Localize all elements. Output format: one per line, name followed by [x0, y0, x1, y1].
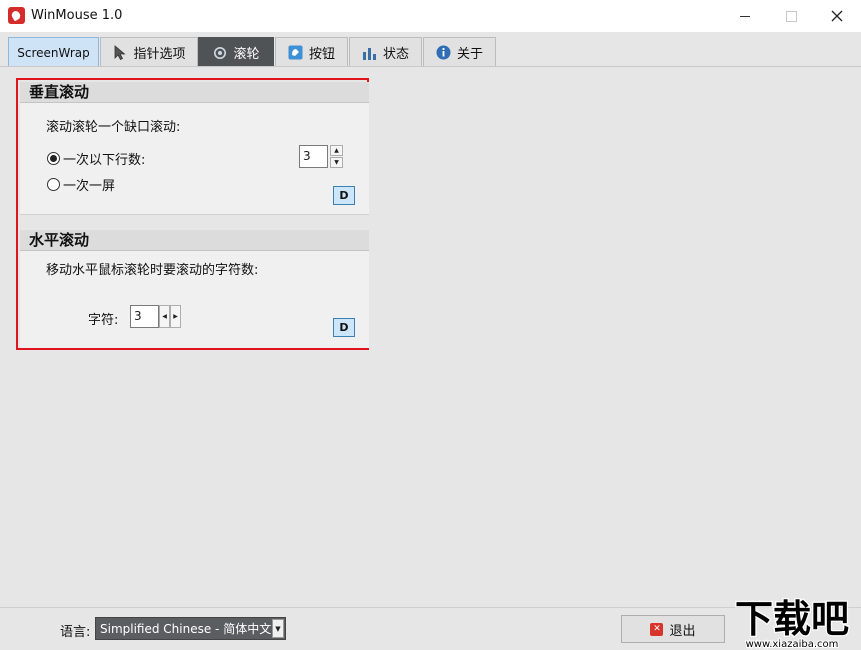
stepper-left-button[interactable]: ◀	[159, 305, 170, 328]
vertical-scroll-header: 垂直滚动	[20, 82, 369, 103]
section-divider	[20, 214, 369, 230]
bar-chart-icon	[362, 45, 377, 60]
radio-lines-label: 一次以下行数:	[63, 153, 146, 168]
watermark-text: 下载吧	[735, 597, 849, 641]
language-select[interactable]: Simplified Chinese - 简体中文 ▼	[95, 617, 286, 640]
exit-label: 退出	[669, 623, 696, 639]
stepper-up-button[interactable]: ▲	[330, 145, 343, 156]
exit-button[interactable]: ✕ 退出	[621, 615, 725, 643]
minimize-button[interactable]	[722, 0, 768, 32]
close-button[interactable]	[814, 0, 860, 32]
tab-divider	[0, 66, 861, 67]
radio-button-checked[interactable]	[47, 152, 60, 165]
horizontal-scroll-description: 移动水平鼠标滚轮时要滚动的字符数:	[46, 263, 259, 278]
tab-about[interactable]: 关于	[423, 37, 496, 67]
wheel-icon	[212, 45, 227, 60]
tab-label: 状态	[382, 47, 409, 62]
watermark-url: www.xiazaiba.com	[746, 639, 839, 650]
tab-bar: ScreenWrap 指针选项 滚轮 按钮 状态 关于	[0, 37, 861, 67]
button-icon	[288, 45, 303, 60]
tab-screenwrap[interactable]: ScreenWrap	[8, 37, 99, 67]
app-logo-icon	[8, 7, 25, 24]
exit-icon: ✕	[650, 622, 664, 636]
tab-label: 指针选项	[133, 47, 186, 62]
horizontal-scroll-section: 水平滚动 移动水平鼠标滚轮时要滚动的字符数: 字符: 3 ◀ ▶ D	[20, 230, 369, 348]
tab-pointer-options[interactable]: 指针选项	[100, 37, 198, 67]
close-icon	[831, 10, 843, 22]
radio-screen-option[interactable]: 一次一屏	[47, 175, 115, 194]
lines-stepper[interactable]: 3 ▲ ▼	[299, 145, 343, 168]
tab-label: ScreenWrap	[17, 45, 90, 60]
chars-label: 字符:	[88, 313, 119, 328]
wheel-settings-panel: 垂直滚动 滚动滚轮一个缺口滚动: 一次以下行数: 3 ▲ ▼ 一次一屏 D 水平…	[16, 78, 369, 350]
vertical-scroll-description: 滚动滚轮一个缺口滚动:	[46, 120, 181, 135]
vertical-default-button[interactable]: D	[333, 186, 355, 205]
pointer-icon	[112, 45, 127, 60]
footer-divider	[0, 607, 861, 608]
chars-value[interactable]: 3	[130, 305, 159, 328]
horizontal-scroll-header: 水平滚动	[20, 230, 369, 251]
language-label: 语言:	[60, 625, 91, 640]
window-title: WinMouse 1.0	[31, 8, 123, 23]
chevron-down-icon[interactable]: ▼	[272, 619, 284, 638]
tab-label: 滚轮	[233, 47, 260, 62]
tab-label: 关于	[456, 47, 483, 62]
stepper-right-button[interactable]: ▶	[170, 305, 181, 328]
stepper-down-button[interactable]: ▼	[330, 157, 343, 168]
vertical-scroll-section: 垂直滚动 滚动滚轮一个缺口滚动: 一次以下行数: 3 ▲ ▼ 一次一屏 D	[20, 82, 369, 214]
tab-buttons[interactable]: 按钮	[275, 37, 348, 67]
info-icon	[436, 45, 451, 60]
chars-stepper[interactable]: 3 ◀ ▶	[130, 305, 181, 328]
lines-value[interactable]: 3	[299, 145, 328, 168]
client-area: ScreenWrap 指针选项 滚轮 按钮 状态 关于 垂直滚动 滚动滚轮一个缺…	[0, 32, 861, 650]
tab-wheel[interactable]: 滚轮	[198, 37, 274, 67]
radio-button-unchecked[interactable]	[47, 178, 60, 191]
tab-status[interactable]: 状态	[349, 37, 422, 67]
maximize-button[interactable]	[768, 0, 814, 32]
language-selected-value: Simplified Chinese - 简体中文	[100, 622, 272, 636]
title-bar: WinMouse 1.0	[0, 0, 861, 32]
radio-lines-option[interactable]: 一次以下行数:	[47, 149, 145, 168]
radio-screen-label: 一次一屏	[63, 179, 116, 194]
tab-label: 按钮	[308, 47, 335, 62]
watermark-logo: 下载吧 www.xiazaiba.com	[734, 596, 851, 650]
horizontal-default-button[interactable]: D	[333, 318, 355, 337]
